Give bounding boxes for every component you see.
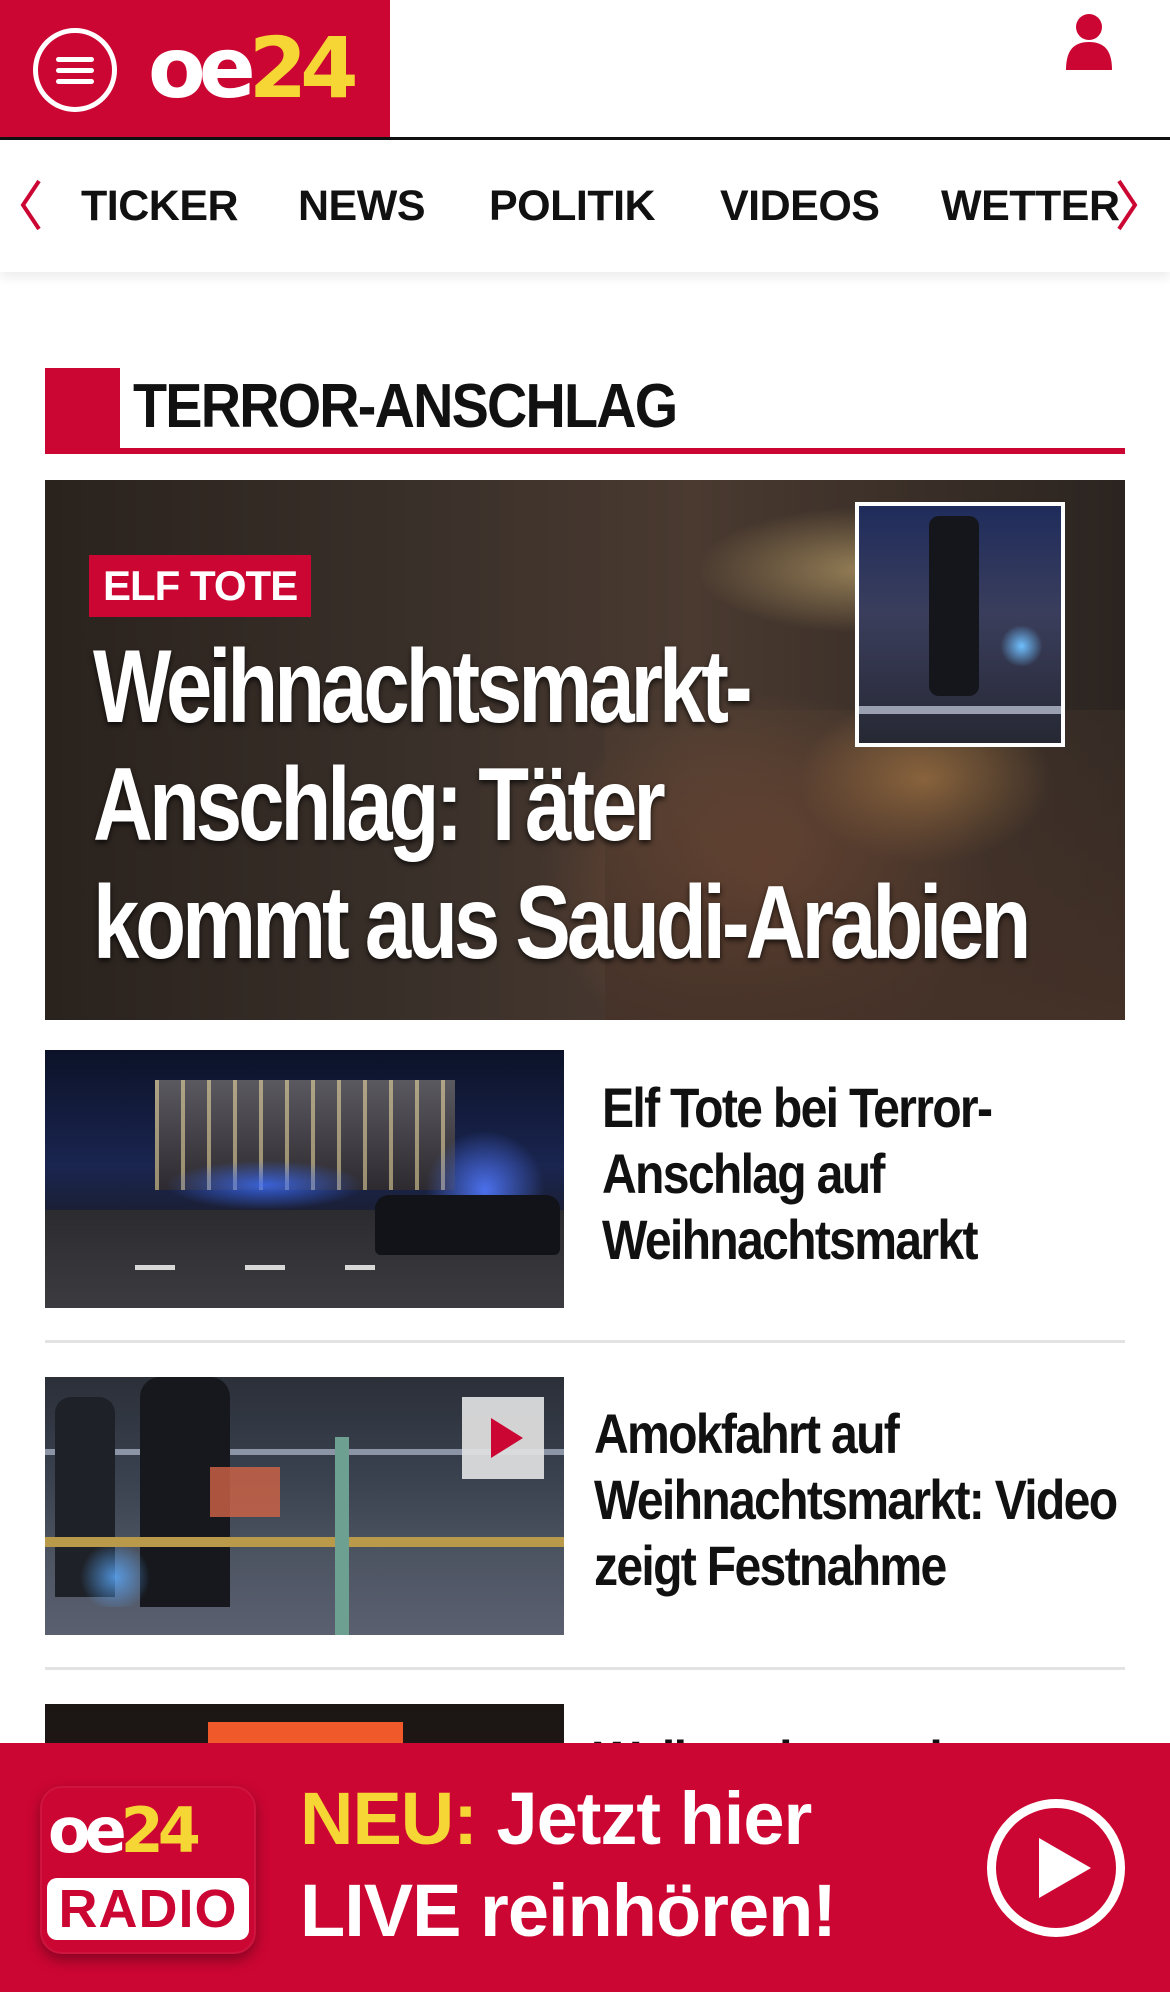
hero-headline[interactable]: Weihnachtsmarkt- Anschlag: Täter kommt a… — [93, 628, 1117, 982]
play-circle-icon[interactable] — [987, 1799, 1125, 1937]
radio-logo-label: RADIO — [47, 1878, 249, 1940]
hero-headline-line: Weihnachtsmarkt- — [93, 629, 753, 745]
article-headline[interactable]: Amokfahrt auf Weihnachtsmarkt: Video zei… — [594, 1401, 1136, 1599]
brand-block: oe24 — [0, 0, 390, 137]
article-headline[interactable]: Elf Tote bei Terror- Anschlag auf Weihna… — [602, 1075, 1144, 1273]
article-item[interactable]: Elf Tote bei Terror- Anschlag auf Weihna… — [45, 1050, 1125, 1308]
nav-item-videos[interactable]: VIDEOS — [720, 180, 880, 232]
list-divider — [45, 1340, 1125, 1343]
hero-headline-line: Anschlag: Täter — [93, 747, 666, 863]
radio-banner[interactable]: oe24 RADIO NEU: Jetzt hier LIVE reinhöre… — [0, 1743, 1170, 1992]
article-thumbnail[interactable] — [45, 1050, 564, 1308]
hamburger-menu-icon[interactable] — [33, 28, 117, 112]
radio-logo[interactable]: oe24 RADIO — [40, 1786, 256, 1954]
nav-item-wetter[interactable]: WETTER — [941, 180, 1120, 232]
site-logo[interactable]: oe24 — [148, 18, 359, 118]
hero-badge: ELF TOTE — [89, 555, 312, 617]
category-nav: TICKER NEWS POLITIK VIDEOS WETTER — [0, 140, 1170, 272]
user-icon[interactable] — [1064, 12, 1114, 72]
article-thumbnail[interactable] — [45, 1377, 564, 1635]
section-mark — [45, 368, 120, 454]
nav-item-ticker[interactable]: TICKER — [81, 180, 239, 232]
hero-article[interactable]: ELF TOTE Weihnachtsmarkt- Anschlag: Täte… — [45, 480, 1125, 1020]
hero-headline-line: kommt aus Saudi-Arabien — [93, 865, 1031, 981]
section-heading: TERROR-ANSCHLAG — [45, 368, 1125, 456]
list-divider — [45, 1667, 1125, 1670]
site-header: oe24 — [0, 0, 1170, 140]
radio-promo-text[interactable]: NEU: Jetzt hier LIVE reinhören! — [300, 1773, 837, 1957]
nav-item-news[interactable]: NEWS — [298, 180, 426, 232]
video-play-icon[interactable] — [462, 1397, 544, 1479]
nav-item-politik[interactable]: POLITIK — [489, 180, 656, 232]
chevron-left-icon[interactable] — [15, 175, 45, 235]
chevron-right-icon[interactable] — [1113, 175, 1143, 235]
section-title[interactable]: TERROR-ANSCHLAG — [133, 368, 678, 446]
section-underline — [45, 448, 1125, 454]
article-item[interactable]: Amokfahrt auf Weihnachtsmarkt: Video zei… — [45, 1377, 1125, 1635]
